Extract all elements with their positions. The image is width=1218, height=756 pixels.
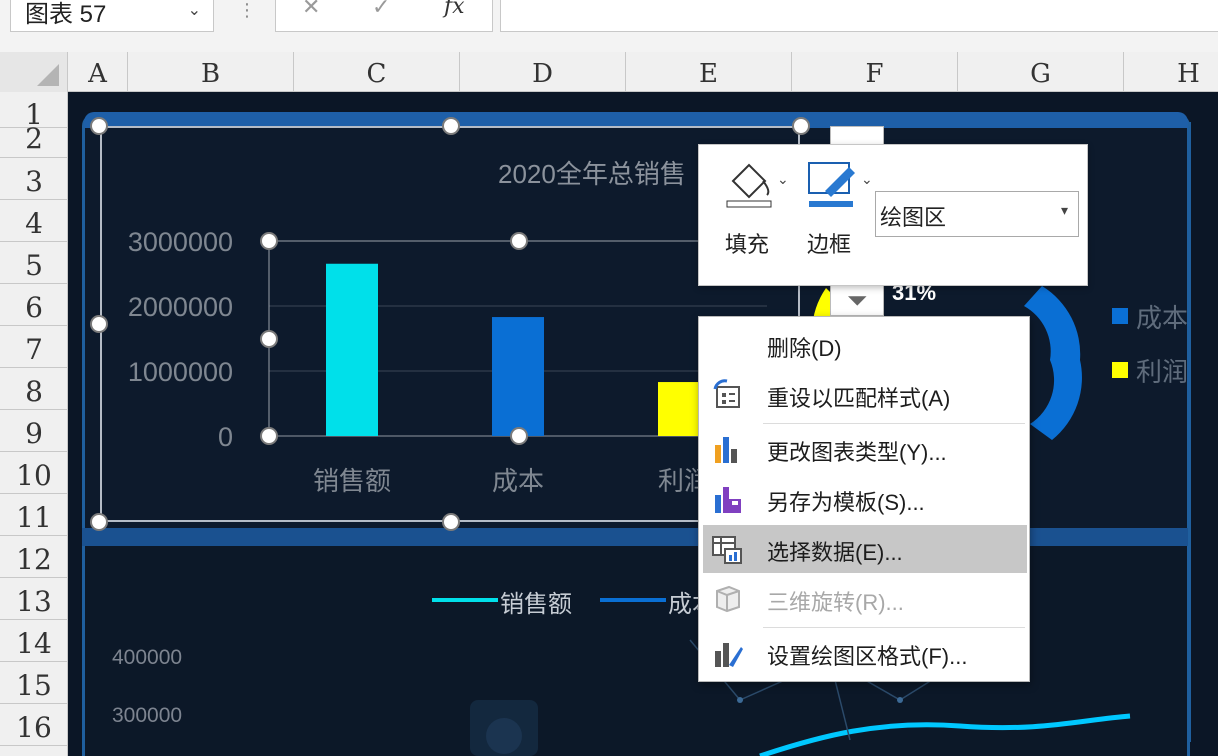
chart-elements-button[interactable]	[830, 126, 884, 146]
line-series-sales	[759, 713, 1131, 756]
menu-item-save-as-template[interactable]: 另存为模板(S)...	[703, 475, 1027, 523]
menu-item-delete[interactable]: 删除(D)	[703, 321, 1027, 369]
legend-swatch-cost	[1112, 308, 1128, 324]
fill-label[interactable]: 填充	[725, 227, 769, 259]
border-label[interactable]: 边框	[807, 227, 851, 259]
menu-item-label: 重设以匹配样式(A)	[767, 386, 951, 411]
decorative-node	[737, 697, 743, 703]
plot-area-handle[interactable]	[260, 330, 278, 348]
legend-label-cost: 成本	[1136, 303, 1189, 333]
chart-resize-handle[interactable]	[90, 117, 108, 135]
fill-bucket-icon[interactable]	[723, 159, 783, 209]
menu-item-change-chart-type[interactable]: 更改图表类型(Y)...	[703, 425, 1027, 473]
menu-item-label: 另存为模板(S)...	[767, 490, 925, 515]
filter-icon[interactable]: ⏷	[830, 284, 884, 316]
medical-kit-cross-icon	[486, 718, 522, 754]
save-template-icon	[715, 487, 741, 513]
chart-resize-handle[interactable]	[792, 117, 810, 135]
menu-item-label: 选择数据(E)...	[767, 540, 903, 565]
legend-swatch-profit	[1112, 362, 1128, 378]
chart-element-dropdown[interactable]: 绘图区 ▾	[875, 191, 1079, 237]
excel-window: 图表 57 ⌄ ⋮ ✕ ✓ fx A B C D E F G H 1 2 3 4…	[0, 0, 1218, 756]
chevron-down-icon[interactable]: ▾	[1061, 202, 1068, 219]
legend-line-cost	[600, 598, 666, 602]
chart-resize-handle[interactable]	[90, 315, 108, 333]
line-chart-y-tick: 400000	[112, 646, 183, 669]
chart-resize-handle[interactable]	[90, 513, 108, 531]
chart-resize-handle[interactable]	[442, 513, 460, 531]
3d-rotate-icon	[716, 585, 740, 613]
chart-area-selection[interactable]	[100, 126, 800, 522]
context-menu: 删除(D) 重设以匹配样式(A) 更改图表类型(Y)... 另存为模板(S)..…	[698, 316, 1030, 682]
format-plot-area-icon	[715, 643, 743, 667]
decorative-node	[897, 697, 903, 703]
fill-chevron-icon[interactable]: ⌄	[777, 171, 789, 188]
border-pen-icon[interactable]	[805, 159, 865, 209]
legend-label-cost-line: 成本	[668, 591, 698, 618]
chart-type-icon	[715, 437, 737, 463]
menu-item-format-plot-area[interactable]: 设置绘图区格式(F)...	[703, 629, 1027, 677]
donut-cost-arc	[1024, 286, 1082, 440]
plot-area-handle[interactable]	[260, 232, 278, 250]
chart-resize-handle[interactable]	[442, 117, 460, 135]
menu-divider	[763, 423, 1025, 424]
line-chart-y-tick: 300000	[112, 704, 183, 727]
border-chevron-icon[interactable]: ⌄	[861, 171, 873, 188]
legend-line-sales	[432, 598, 498, 602]
select-data-icon	[712, 536, 742, 564]
legend-label-sales: 销售额	[500, 591, 572, 618]
menu-item-label: 删除(D)	[767, 336, 842, 361]
menu-item-select-data[interactable]: 选择数据(E)...	[703, 525, 1027, 573]
menu-item-reset-style[interactable]: 重设以匹配样式(A)	[703, 371, 1027, 419]
plot-area-handle[interactable]	[260, 427, 278, 445]
legend-label-profit: 利润	[1136, 357, 1189, 387]
mini-toolbar: ⌄ 填充 ⌄ 边框 绘图区 ▾	[698, 144, 1088, 286]
menu-divider	[763, 627, 1025, 628]
menu-item-label: 更改图表类型(Y)...	[767, 440, 947, 465]
plot-area-handle[interactable]	[510, 427, 528, 445]
reset-style-icon	[713, 379, 740, 408]
menu-item-label: 设置绘图区格式(F)...	[767, 644, 968, 669]
chart-element-dropdown-value: 绘图区	[880, 205, 947, 230]
menu-item-label: 三维旋转(R)...	[767, 590, 904, 615]
plot-area-handle[interactable]	[510, 232, 528, 250]
menu-item-3d-rotation[interactable]: 三维旋转(R)...	[703, 575, 1027, 623]
